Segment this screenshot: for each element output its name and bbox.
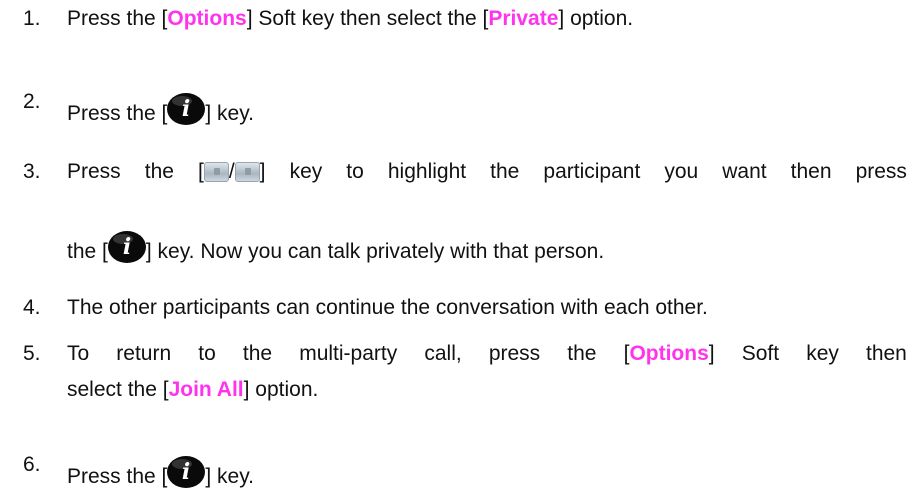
options-softkey-label: Options [629, 342, 709, 365]
step-text: The other participants can continue the … [67, 296, 708, 319]
info-i-key-icon [165, 453, 207, 489]
private-option-label: Private [488, 7, 559, 30]
info-i-key-icon [106, 228, 148, 264]
step-text-line-1: Press the [/] key to highlight the parti… [67, 160, 907, 183]
step-text: Press the [Options] Soft key then select… [67, 7, 634, 30]
join-all-option-label: Join All [168, 378, 244, 401]
step-text: Press the [] key. [67, 453, 254, 489]
step-text-line-2: the [] key. Now you can talk privately w… [67, 228, 604, 264]
info-i-key-icon [165, 90, 207, 126]
step-text-line-2: select the [Join All] option. [67, 378, 319, 401]
nav-down-key-icon [234, 162, 260, 182]
step-number: 1. [23, 7, 41, 30]
step-number: 3. [23, 160, 41, 183]
nav-up-key-icon [203, 162, 229, 182]
step-text-line-1: To return to the multi-party call, press the [O… [67, 342, 907, 365]
step-text: Press the [] key. [67, 90, 254, 126]
options-softkey-label: Options [167, 7, 247, 30]
step-number: 2. [23, 90, 41, 113]
step-number: 4. [23, 296, 41, 319]
step-number: 5. [23, 342, 41, 365]
step-number: 6. [23, 453, 41, 476]
